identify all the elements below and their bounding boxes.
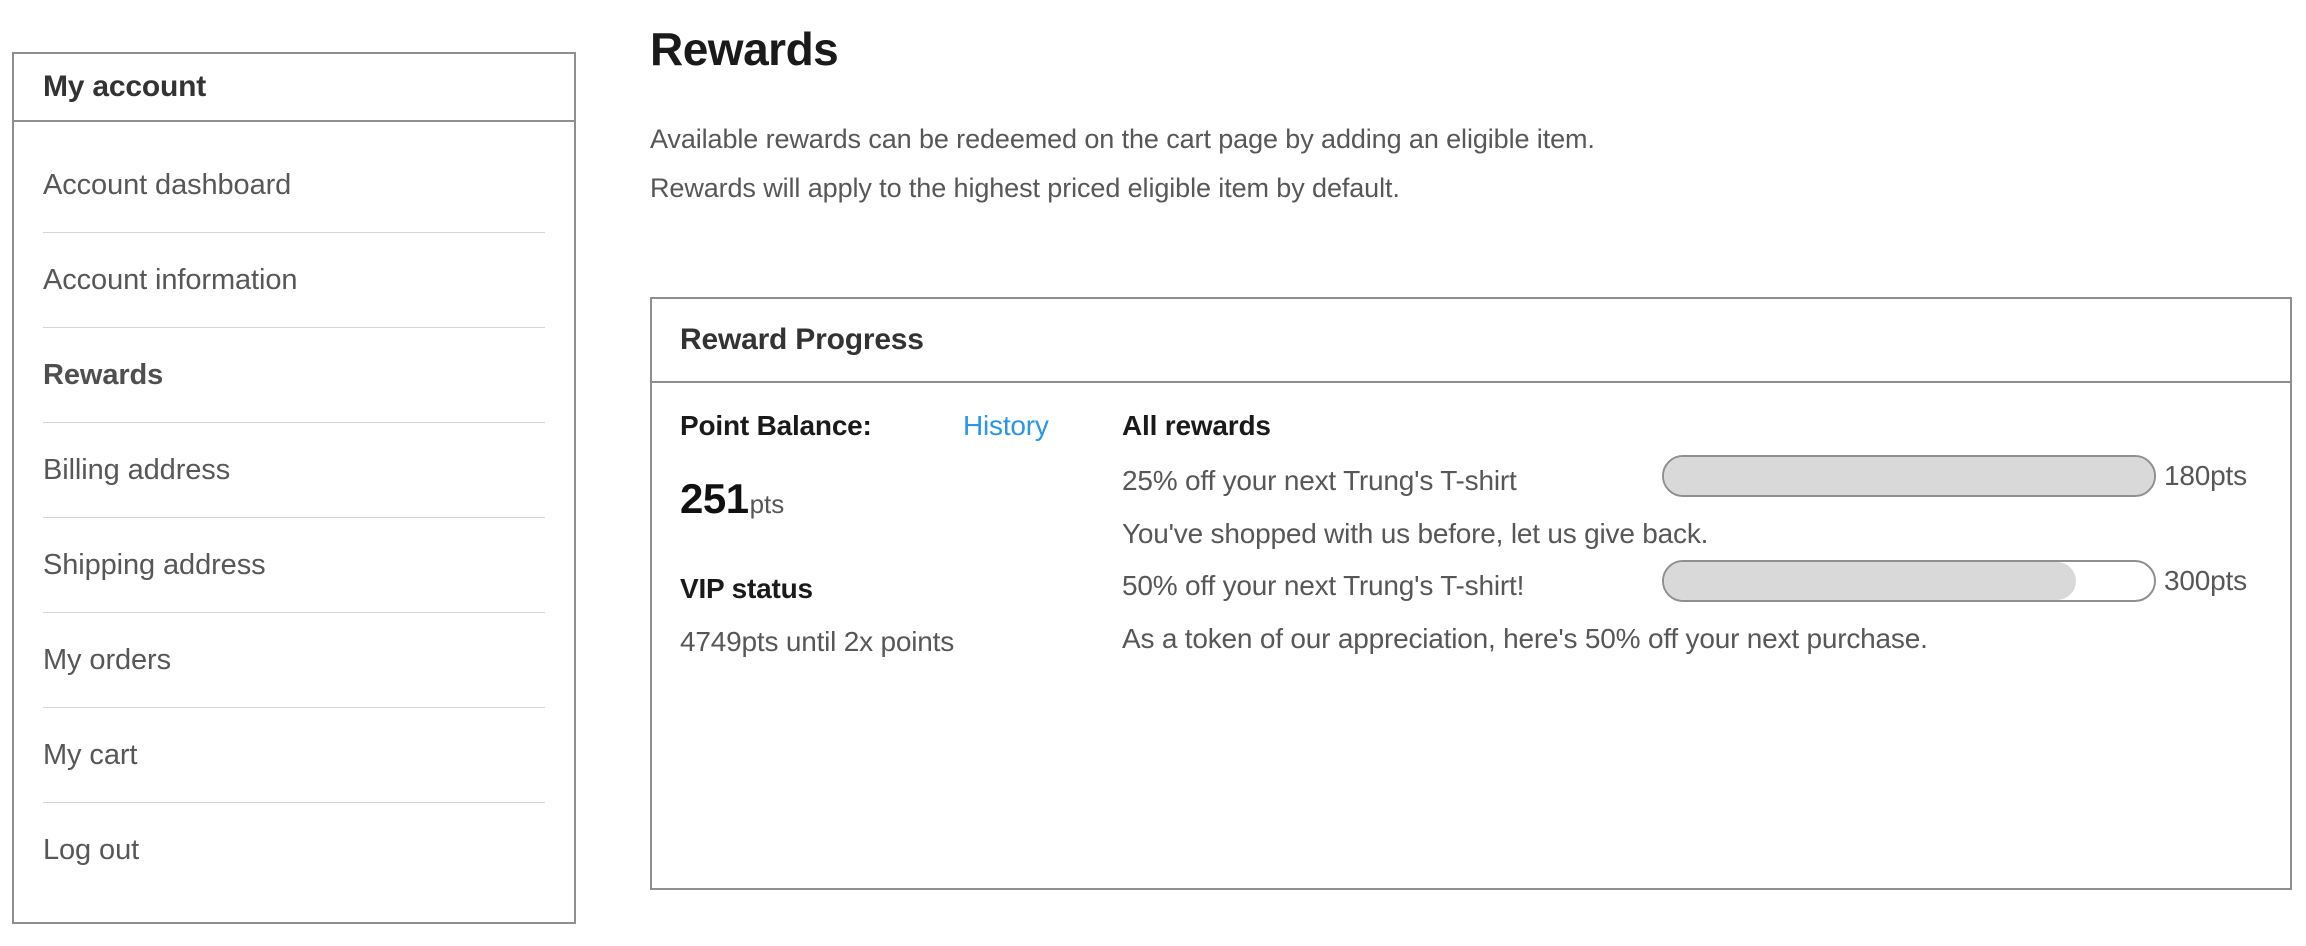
reward-progress-bar-wrap: 300pts <box>1662 560 2247 602</box>
point-balance-value: 251 pts <box>680 475 784 523</box>
reward-progress-panel: Reward Progress Point Balance: History 2… <box>650 297 2292 890</box>
reward-progress-track <box>1662 560 2156 602</box>
sidebar-item-shipping-address[interactable]: Shipping address <box>43 518 545 613</box>
reward-description: As a token of our appreciation, here's 5… <box>1122 623 1928 654</box>
reward-name: 50% off your next Trung's T-shirt! <box>1122 570 1525 601</box>
reward-progress-bar-wrap: 180pts <box>1662 455 2247 497</box>
intro-line-1: Available rewards can be redeemed on the… <box>650 124 1595 154</box>
all-rewards-label: All rewards <box>1122 410 1271 441</box>
point-balance-number: 251 <box>680 475 749 522</box>
sidebar-item-account-dashboard[interactable]: Account dashboard <box>43 138 545 233</box>
reward-threshold-label: 300pts <box>2164 565 2247 596</box>
account-sidebar: My account Account dashboard Account inf… <box>12 52 576 924</box>
reward-progress-fill <box>1664 457 2154 495</box>
intro-line-2: Rewards will apply to the highest priced… <box>650 173 1400 203</box>
reward-name: 25% off your next Trung's T-shirt <box>1122 465 1517 496</box>
sidebar-item-account-information[interactable]: Account information <box>43 233 545 328</box>
point-balance-label: Point Balance: <box>680 410 872 441</box>
reward-threshold-label: 180pts <box>2164 460 2247 491</box>
vip-status-subtitle: 4749pts until 2x points <box>680 626 955 657</box>
reward-progress-header: Reward Progress <box>652 299 2290 383</box>
intro-text: Available rewards can be redeemed on the… <box>650 115 2290 213</box>
page-title: Rewards <box>650 23 839 75</box>
sidebar-item-my-orders[interactable]: My orders <box>43 613 545 708</box>
reward-progress-fill <box>1664 562 2076 600</box>
sidebar-title: My account <box>43 70 207 103</box>
vip-status-title: VIP status <box>680 573 813 604</box>
reward-progress-body: Point Balance: History 251 pts VIP statu… <box>652 383 2290 888</box>
sidebar-header: My account <box>14 54 574 122</box>
sidebar-item-billing-address[interactable]: Billing address <box>43 423 545 518</box>
main-content: Rewards Available rewards can be redeeme… <box>650 0 2290 213</box>
reward-description: You've shopped with us before, let us gi… <box>1122 518 1709 549</box>
sidebar-item-rewards[interactable]: Rewards <box>43 328 545 423</box>
sidebar-item-my-cart[interactable]: My cart <box>43 708 545 803</box>
sidebar-nav: Account dashboard Account information Re… <box>14 122 574 897</box>
reward-progress-track <box>1662 455 2156 497</box>
reward-progress-title: Reward Progress <box>680 323 924 356</box>
point-balance-unit: pts <box>749 489 785 519</box>
history-link[interactable]: History <box>963 410 1049 442</box>
sidebar-item-log-out[interactable]: Log out <box>43 803 545 897</box>
